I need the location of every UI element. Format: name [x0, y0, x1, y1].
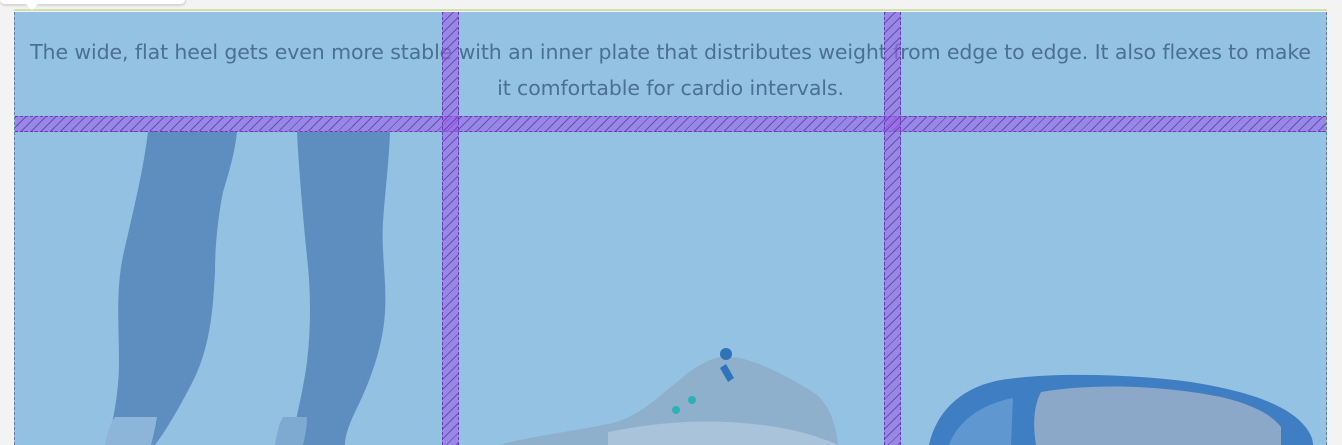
shoe-side-photo-icon	[458, 132, 884, 445]
legs-photo-icon	[15, 132, 442, 445]
column-gap-highlight-2	[884, 12, 901, 445]
image-cell-legs[interactable]	[15, 132, 442, 445]
image-cell-shoe-sole[interactable]	[901, 132, 1326, 445]
shoe-sole-photo-icon	[901, 132, 1326, 445]
selection-top-line	[14, 9, 1327, 11]
image-cell-shoe-side[interactable]	[458, 132, 884, 445]
image-grid-section[interactable]: The wide, flat heel gets even more stabl…	[14, 12, 1327, 445]
description-row: The wide, flat heel gets even more stabl…	[15, 12, 1326, 117]
row-gap-highlight	[15, 116, 1326, 132]
tooltip-tab	[0, 0, 186, 10]
column-gap-highlight-1	[442, 12, 459, 445]
section-description: The wide, flat heel gets even more stabl…	[30, 40, 1311, 100]
